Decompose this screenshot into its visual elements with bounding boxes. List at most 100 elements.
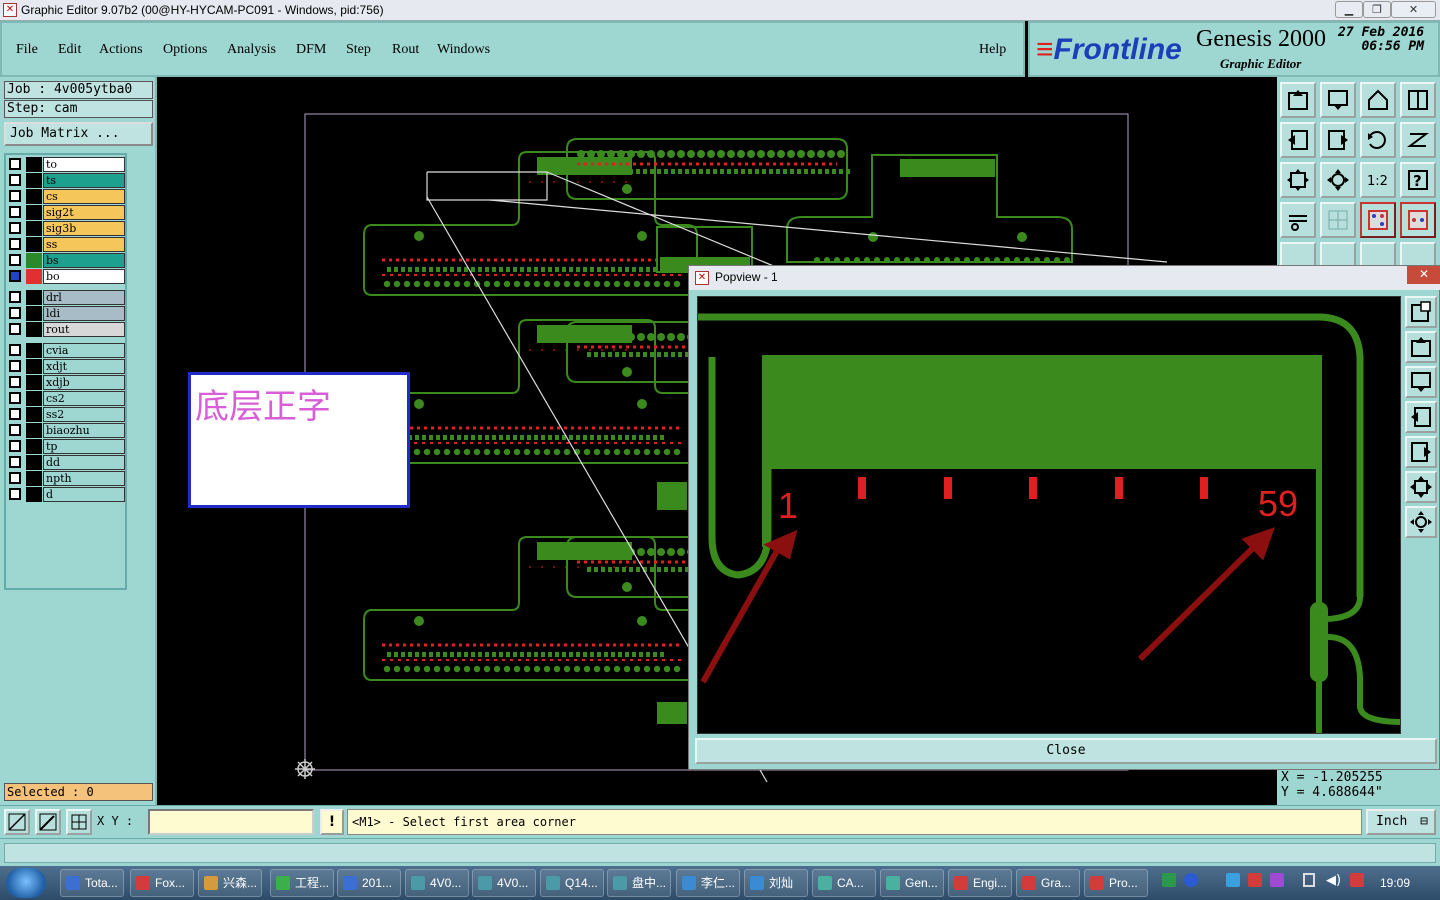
- help-button[interactable]: ?: [1400, 162, 1436, 198]
- zoom-center-button[interactable]: [1320, 162, 1356, 198]
- layer-checkbox[interactable]: [9, 307, 21, 319]
- taskbar-item[interactable]: Engi...: [948, 869, 1012, 897]
- layer-row-xdjt[interactable]: xdjt: [8, 359, 125, 374]
- pan-right-button[interactable]: [1320, 122, 1356, 158]
- pv-fit-button[interactable]: [1405, 471, 1437, 503]
- start-button[interactable]: [6, 868, 46, 898]
- layer-row-cs[interactable]: cs: [8, 189, 125, 204]
- popview-close-button[interactable]: Close: [695, 738, 1437, 764]
- layer-row-d[interactable]: d: [8, 487, 125, 502]
- tray-app-icon[interactable]: [1162, 873, 1176, 887]
- layer-row-to[interactable]: to: [8, 157, 125, 172]
- menu-analysis[interactable]: Analysis: [227, 42, 276, 58]
- tool-row5-c[interactable]: [1360, 242, 1396, 267]
- layer-checkbox[interactable]: [9, 440, 21, 452]
- pv-right-button[interactable]: [1405, 436, 1437, 468]
- layer-row-xdjb[interactable]: xdjb: [8, 375, 125, 390]
- layer-compare-button[interactable]: [1400, 202, 1436, 238]
- layer-checkbox[interactable]: [9, 238, 21, 250]
- layer-row-rout[interactable]: rout: [8, 322, 125, 337]
- tool-row5-b[interactable]: [1320, 242, 1356, 267]
- grid-snap-button[interactable]: [66, 809, 92, 835]
- taskbar-item[interactable]: 工程...: [270, 869, 334, 897]
- taskbar-item[interactable]: 李仁...: [676, 869, 740, 897]
- pv-zoom-in-button[interactable]: [1405, 296, 1437, 328]
- window-button[interactable]: [1400, 82, 1436, 118]
- menu-actions[interactable]: Actions: [99, 42, 143, 58]
- measure-button[interactable]: [35, 809, 61, 835]
- taskbar-item[interactable]: 刘灿: [744, 869, 808, 897]
- layer-row-drl[interactable]: drl: [8, 290, 125, 305]
- grid-button[interactable]: [1320, 202, 1356, 238]
- zoom-1to2-button[interactable]: 1:2: [1360, 162, 1396, 198]
- taskbar-item[interactable]: Gen...: [880, 869, 944, 897]
- layer-checkbox[interactable]: [9, 174, 21, 186]
- menu-options[interactable]: Options: [163, 42, 207, 58]
- layer-row-cvia[interactable]: cvia: [8, 343, 125, 358]
- taskbar-item[interactable]: Fox...: [130, 869, 194, 897]
- layer-row-dd[interactable]: dd: [8, 455, 125, 470]
- home-button[interactable]: [1360, 82, 1396, 118]
- taskbar-item[interactable]: 4V0...: [472, 869, 536, 897]
- taskbar-item[interactable]: Gra...: [1016, 869, 1080, 897]
- pv-left-button[interactable]: [1405, 401, 1437, 433]
- pv-down-button[interactable]: [1405, 366, 1437, 398]
- taskbar-item[interactable]: Pro...: [1084, 869, 1148, 897]
- taskbar-item[interactable]: CA...: [812, 869, 876, 897]
- menu-rout[interactable]: Rout: [392, 42, 419, 58]
- layer-row-npth[interactable]: npth: [8, 471, 125, 486]
- layer-checkbox[interactable]: [9, 392, 21, 404]
- menu-file[interactable]: File: [16, 42, 38, 58]
- layer-row-ldi[interactable]: ldi: [8, 306, 125, 321]
- xy-input[interactable]: [148, 809, 314, 835]
- layer-checkbox[interactable]: [9, 488, 21, 500]
- help-icon[interactable]: [1184, 873, 1198, 887]
- zoom-fit-button[interactable]: [1280, 162, 1316, 198]
- menu-help[interactable]: Help: [979, 42, 1006, 58]
- layer-row-bs[interactable]: bs: [8, 253, 125, 268]
- layer-checkbox[interactable]: [9, 376, 21, 388]
- snap-button[interactable]: [4, 809, 30, 835]
- maximize-button[interactable]: ❐: [1363, 1, 1391, 18]
- pan-left-button[interactable]: [1280, 122, 1316, 158]
- zoom-home-button[interactable]: [1280, 82, 1316, 118]
- taskbar-item[interactable]: Tota...: [60, 869, 124, 897]
- layer-checkbox[interactable]: [9, 408, 21, 420]
- tool-icon[interactable]: [1270, 873, 1284, 887]
- layer-checkbox[interactable]: [9, 222, 21, 234]
- layer-checkbox[interactable]: [9, 456, 21, 468]
- menu-edit[interactable]: Edit: [58, 42, 81, 58]
- layer-checkbox[interactable]: [9, 344, 21, 356]
- layer-checkbox[interactable]: [9, 270, 21, 282]
- layer-row-cs2[interactable]: cs2: [8, 391, 125, 406]
- layer-checkbox[interactable]: [9, 190, 21, 202]
- layer-checkbox[interactable]: [9, 158, 21, 170]
- popview-canvas[interactable]: 1 59: [697, 296, 1401, 734]
- layer-row-biaozhu[interactable]: biaozhu: [8, 423, 125, 438]
- layer-checkbox[interactable]: [9, 291, 21, 303]
- taskbar-item[interactable]: 201...: [337, 869, 401, 897]
- minimize-button[interactable]: ▁: [1335, 1, 1363, 18]
- layer-checkbox[interactable]: [9, 323, 21, 335]
- menu-dfm[interactable]: DFM: [296, 42, 326, 58]
- taskbar-clock[interactable]: 19:09: [1380, 876, 1410, 890]
- taskbar-item[interactable]: 兴森...: [198, 869, 262, 897]
- flag-icon[interactable]: [1350, 873, 1364, 887]
- close-button[interactable]: ✕: [1391, 1, 1436, 18]
- units-selector[interactable]: Inch ⊟: [1366, 809, 1436, 835]
- layer-row-sig3b[interactable]: sig3b: [8, 221, 125, 236]
- taskbar-item[interactable]: 4V0...: [405, 869, 469, 897]
- menu-step[interactable]: Step: [346, 42, 371, 58]
- job-matrix-button[interactable]: Job Matrix ...: [4, 122, 153, 146]
- taskbar-item[interactable]: 盘中...: [607, 869, 671, 897]
- layer-row-ss2[interactable]: ss2: [8, 407, 125, 422]
- layer-checkbox[interactable]: [9, 206, 21, 218]
- security-icon[interactable]: [1248, 873, 1262, 887]
- layer-checkbox[interactable]: [9, 360, 21, 372]
- tool-row5-a[interactable]: [1280, 242, 1316, 267]
- tool-row5-d[interactable]: [1400, 242, 1436, 267]
- layer-row-bo[interactable]: bo: [8, 269, 125, 284]
- monitor-icon[interactable]: [1303, 873, 1315, 887]
- download-button[interactable]: [1320, 82, 1356, 118]
- warning-button[interactable]: !: [320, 809, 344, 835]
